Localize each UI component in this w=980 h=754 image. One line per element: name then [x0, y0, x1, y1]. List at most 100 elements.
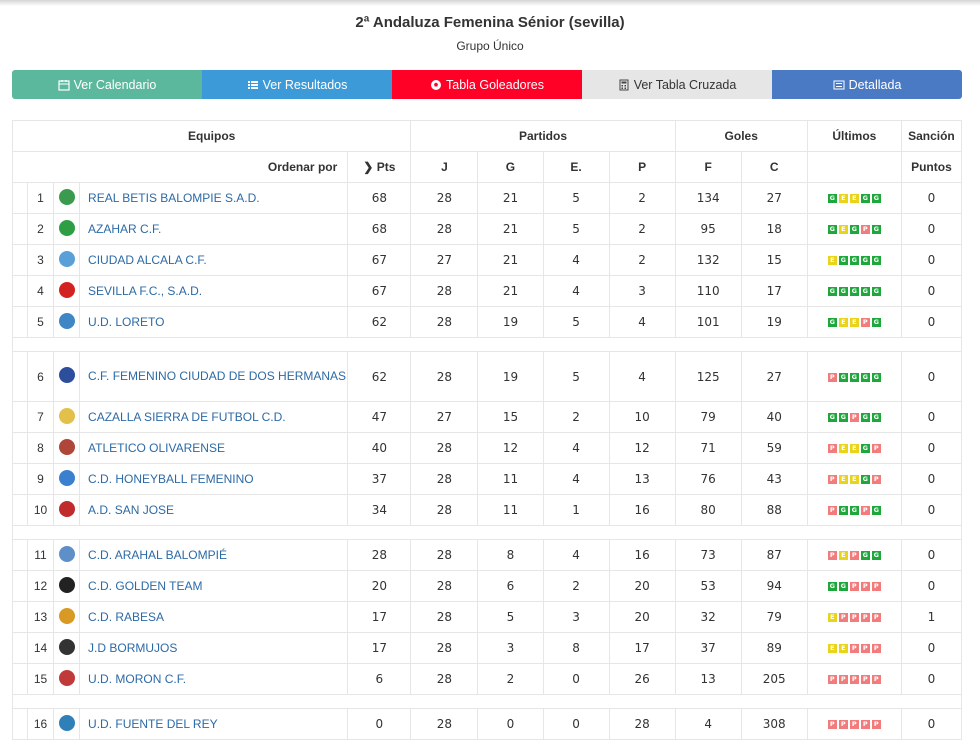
team-link[interactable]: U.D. LORETO	[79, 306, 349, 338]
position: 8	[26, 432, 55, 464]
sancion-value: 0	[900, 432, 963, 464]
result-chip: P	[849, 582, 859, 592]
pts-value: 62	[347, 306, 412, 338]
result-chip: G	[827, 318, 837, 328]
pts-value: 17	[347, 632, 412, 664]
e-value: 4	[542, 539, 610, 571]
result-chip: G	[838, 413, 848, 423]
result-chip: P	[871, 582, 881, 592]
pts-value: 47	[347, 401, 412, 433]
team-link[interactable]: REAL BETIS BALOMPIE S.A.D.	[79, 182, 349, 214]
tab-ver-resultados[interactable]: Ver Resultados	[202, 70, 392, 99]
pts-header: Pts	[376, 160, 396, 174]
last-results: EGGGG	[806, 244, 902, 276]
table-row: 2 AZAHAR C.F. 68 28 21 5 2 95 18 G E G P G 0	[12, 213, 963, 245]
result-chip: G	[838, 256, 848, 266]
e-value: 2	[542, 570, 610, 602]
crest-shape	[58, 545, 75, 562]
j-value: 28	[410, 275, 479, 307]
position: 13	[26, 601, 55, 633]
result-chip: G	[827, 413, 837, 423]
team-link[interactable]: U.D. MORON C.F.	[79, 663, 349, 695]
result-chip: G	[838, 287, 848, 297]
row-marker	[12, 494, 28, 526]
result-chip: G	[827, 287, 837, 297]
header-ultimos: Últimos	[806, 120, 902, 152]
f-value: 13	[674, 663, 742, 695]
result-chip: E	[849, 194, 859, 204]
header-ultimos-empty	[806, 151, 902, 183]
tab-ver-calendario[interactable]: Ver Calendario	[12, 70, 202, 99]
j-value: 28	[410, 632, 479, 664]
result-chip: E	[849, 475, 859, 485]
tab-ver-tabla-cruzada[interactable]: Ver Tabla Cruzada	[582, 70, 772, 99]
team-link[interactable]: A.D. SAN JOSE	[79, 494, 349, 526]
position: 15	[26, 663, 55, 695]
team-link[interactable]: C.D. HONEYBALL FEMENINO	[79, 463, 349, 495]
p-value: 2	[608, 213, 676, 245]
pts-value: 17	[347, 601, 412, 633]
result-chip: P	[838, 613, 848, 623]
soccer-ball-icon	[431, 79, 441, 90]
last-results: GGGGG	[806, 275, 902, 307]
team-crest-icon	[53, 494, 81, 526]
team-link[interactable]: C.D. GOLDEN TEAM	[79, 570, 349, 602]
result-chip: P	[860, 318, 870, 328]
team-link[interactable]: C.D. RABESA	[79, 601, 349, 633]
group-spacer	[12, 694, 962, 709]
result-chip: E	[838, 551, 848, 561]
team-link[interactable]: CIUDAD ALCALA C.F.	[79, 244, 349, 276]
j-value: 28	[410, 213, 479, 245]
c-value: 27	[740, 182, 808, 214]
last-results: PPPPP	[806, 663, 902, 695]
table-row: 8 ATLETICO OLIVARENSE 40 28 12 4 12 71 59 P E E G P 0	[12, 432, 963, 464]
tab-label: Ver Calendario	[73, 77, 157, 92]
tab-detallada[interactable]: Detallada	[772, 70, 962, 99]
last-results: PEPGG	[806, 539, 902, 571]
e-value: 0	[542, 708, 610, 740]
result-chip: E	[827, 256, 837, 266]
pts-value: 6	[347, 663, 412, 695]
p-value: 16	[608, 539, 676, 571]
crest-shape	[58, 367, 75, 383]
p-value: 28	[608, 708, 676, 740]
tab-tabla-goleadores[interactable]: Tabla Goleadores	[392, 70, 582, 99]
table-row: 4 SEVILLA F.C., S.A.D. 67 28 21 4 3 110 17 G G G G G 0	[12, 275, 963, 307]
team-link[interactable]: CAZALLA SIERRA DE FUTBOL C.D.	[79, 401, 349, 433]
header-partidos: Partidos	[410, 120, 676, 152]
row-marker	[12, 244, 28, 276]
team-link[interactable]: C.F. FEMENINO CIUDAD DE DOS HERMANAS	[79, 351, 349, 402]
result-chip: G	[827, 582, 837, 592]
result-chip: G	[871, 551, 881, 561]
j-value: 28	[410, 306, 479, 338]
last-results: PPPPP	[806, 708, 902, 740]
position: 9	[26, 463, 55, 495]
table-row: 7 CAZALLA SIERRA DE FUTBOL C.D. 47 27 15 2 10 7…	[12, 401, 963, 433]
p-value: 17	[608, 632, 676, 664]
team-link[interactable]: AZAHAR C.F.	[79, 213, 349, 245]
team-link[interactable]: U.D. FUENTE DEL REY	[79, 708, 349, 740]
team-link[interactable]: ATLETICO OLIVARENSE	[79, 432, 349, 464]
result-chip: E	[838, 444, 848, 454]
result-chip: G	[860, 551, 870, 561]
result-chip: P	[838, 675, 848, 685]
crest-shape	[58, 312, 75, 329]
result-chip: G	[871, 413, 881, 423]
j-value: 28	[410, 351, 479, 402]
pts-value: 37	[347, 463, 412, 495]
team-link[interactable]: SEVILLA F.C., S.A.D.	[79, 275, 349, 307]
sort-by-pts-button[interactable]: ❯ Pts	[347, 151, 412, 183]
crest-shape	[58, 188, 75, 205]
list-icon	[247, 80, 258, 89]
result-chip: E	[838, 194, 848, 204]
crest-shape	[58, 576, 75, 593]
sancion-value: 0	[900, 494, 963, 526]
f-value: 110	[674, 275, 742, 307]
last-results: EEPPP	[806, 632, 902, 664]
team-link[interactable]: J.D BORMUJOS	[79, 632, 349, 664]
result-chip: G	[871, 287, 881, 297]
crest-shape	[58, 219, 75, 236]
g-value: 8	[477, 539, 544, 571]
team-link[interactable]: C.D. ARAHAL BALOMPIÉ	[79, 539, 349, 571]
result-chip: G	[871, 372, 881, 382]
